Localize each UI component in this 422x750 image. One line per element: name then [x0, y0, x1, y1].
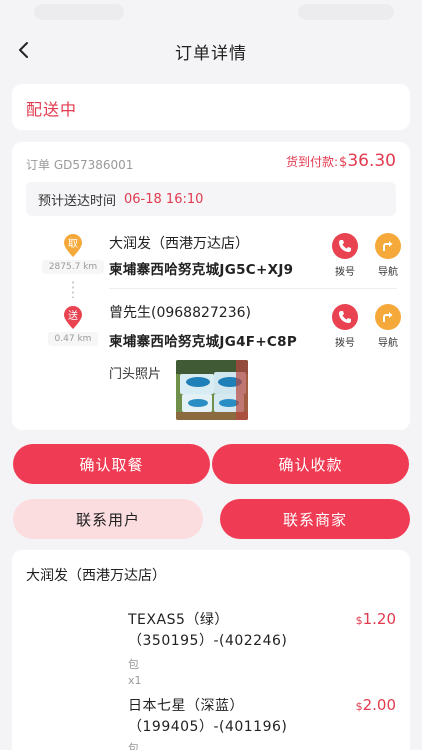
pickup-call-button[interactable]: 拨号: [325, 233, 365, 278]
item-price-value: 2.00: [362, 696, 396, 714]
item-currency: $: [355, 614, 363, 627]
item-name: TEXAS5（绿）（350195）-(402246): [128, 612, 288, 649]
chevron-left-icon: [19, 42, 28, 58]
item-price: $2.00: [356, 696, 396, 714]
status-bar-area: [0, 0, 422, 28]
nav-bar: 订单详情: [0, 28, 422, 74]
pickup-pin-icon: 取: [62, 234, 84, 257]
eta-value: 06-18 16:10: [124, 191, 204, 207]
item-name: 日本七星（深蓝）（199405）-(401196): [128, 698, 288, 735]
customer-navigate-label: 导航: [378, 338, 398, 349]
pickup-address[interactable]: 柬埔寨西哈努克城JG5C+XJ9: [109, 258, 293, 278]
customer-navigate-button[interactable]: 导航: [368, 304, 408, 349]
storefront-photo-label: 门头照片: [109, 367, 162, 382]
navigate-arrow-icon: [375, 233, 401, 259]
pickup-call-label: 拨号: [335, 267, 355, 278]
dropoff-badge-text: 送: [68, 309, 78, 322]
confirm-receipt-button[interactable]: 确认收款: [212, 444, 409, 484]
pickup-shop-name: 大润发（西港万达店）: [109, 236, 249, 252]
items-store-name: 大润发（西港万达店）: [26, 568, 166, 584]
status-bar-blur-left: [34, 4, 124, 20]
pickup-distance: 2875.7 km: [42, 260, 104, 274]
pickup-navigate-button[interactable]: 导航: [368, 233, 408, 278]
customer-call-button[interactable]: 拨号: [325, 304, 365, 349]
page-title: 订单详情: [175, 43, 247, 64]
customer-call-label: 拨号: [335, 338, 355, 349]
eta-box: 预计送达时间 06-18 16:10: [26, 182, 396, 216]
navigate-arrow-icon: [375, 304, 401, 330]
cod-label: 货到付款:: [286, 155, 339, 169]
cod-amount-block: 货到付款: $ 36.30: [286, 151, 396, 171]
pickup-badge-text: 取: [68, 238, 78, 250]
order-number: 订单 GD57386001: [26, 158, 134, 172]
divider: [109, 288, 397, 289]
customer-name: 曾先生(0968827236): [109, 305, 251, 321]
status-bar-blur-right: [298, 4, 394, 20]
delivery-status: 配送中: [26, 100, 78, 119]
cod-amount: 36.30: [347, 151, 396, 171]
dropoff-address[interactable]: 柬埔寨西哈努克城JG4F+C8P: [109, 330, 297, 350]
item-price: $1.20: [356, 610, 396, 628]
back-button[interactable]: [12, 38, 36, 62]
pickup-navigate-label: 导航: [378, 267, 398, 278]
cod-currency: $: [339, 155, 348, 170]
phone-icon: [332, 304, 358, 330]
item-price-value: 1.20: [362, 610, 396, 628]
dropoff-distance: 0.47 km: [48, 332, 98, 346]
delivery-status-card: 配送中: [12, 84, 410, 130]
item-currency: $: [355, 700, 363, 713]
phone-icon: [332, 233, 358, 259]
contact-user-button[interactable]: 联系用户: [13, 499, 203, 539]
eta-label: 预计送达时间: [38, 193, 117, 209]
order-items-card: 大润发（西港万达店） TEXAS5（绿）（350195）-(402246) $1…: [12, 550, 410, 750]
confirm-pickup-button[interactable]: 确认取餐: [13, 444, 210, 484]
item-unit: 包: [128, 742, 139, 750]
item-unit: 包: [128, 658, 139, 671]
order-info-card: 订单 GD57386001 货到付款: $ 36.30 预计送达时间 06-18…: [12, 142, 410, 430]
item-quantity: x1: [128, 674, 142, 687]
contact-merchant-button[interactable]: 联系商家: [220, 499, 410, 539]
storefront-photo[interactable]: [176, 360, 248, 420]
route-dots: [72, 280, 74, 298]
dropoff-pin-icon: 送: [62, 306, 84, 329]
